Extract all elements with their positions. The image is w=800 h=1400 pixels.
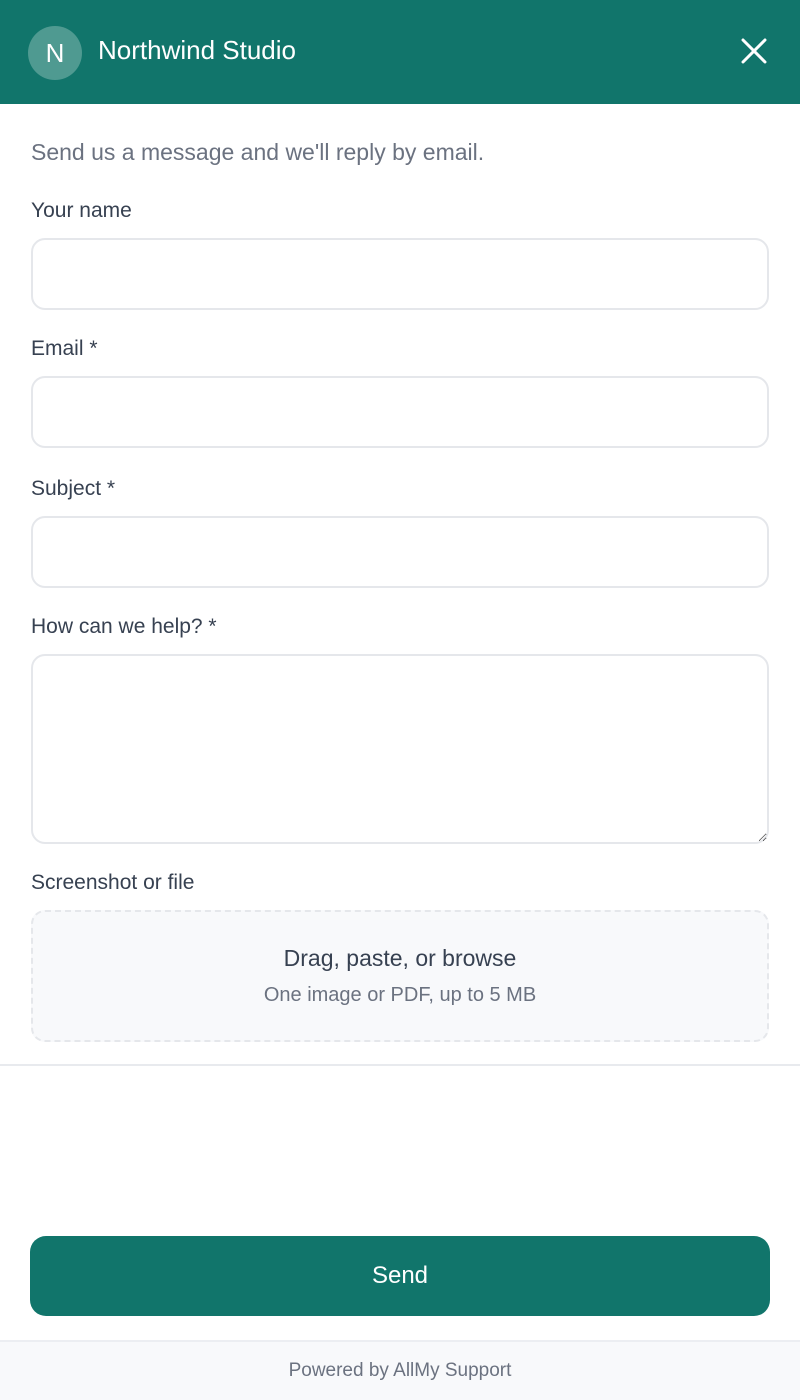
file-dropzone[interactable]: Drag, paste, or browse One image or PDF,… [31,910,769,1042]
intro-text: Send us a message and we'll reply by ema… [31,139,485,165]
message-textarea[interactable] [31,654,769,844]
name-label: Your name [31,199,132,222]
email-label: Email * [31,337,98,360]
brand-avatar: N [28,26,82,80]
subject-input[interactable] [31,516,769,588]
dropzone-hint: One image or PDF, up to 5 MB [263,984,537,1006]
powered-by-footer: Powered by AllMy Support [0,1340,800,1400]
subject-label: Subject * [31,477,116,500]
dropzone-title: Drag, paste, or browse [283,945,517,971]
message-label: How can we help? * [31,615,217,638]
section-divider [0,1064,800,1066]
email-input[interactable] [31,376,769,448]
widget-header: N Northwind Studio [0,0,800,104]
name-input[interactable] [31,238,769,310]
send-button[interactable]: Send [30,1236,770,1316]
brand-title: Northwind Studio [98,35,296,65]
close-button[interactable] [730,27,778,75]
contact-widget: N Northwind Studio Send us a message and… [0,0,800,1400]
attachment-label: Screenshot or file [31,871,195,894]
close-icon [741,38,767,64]
